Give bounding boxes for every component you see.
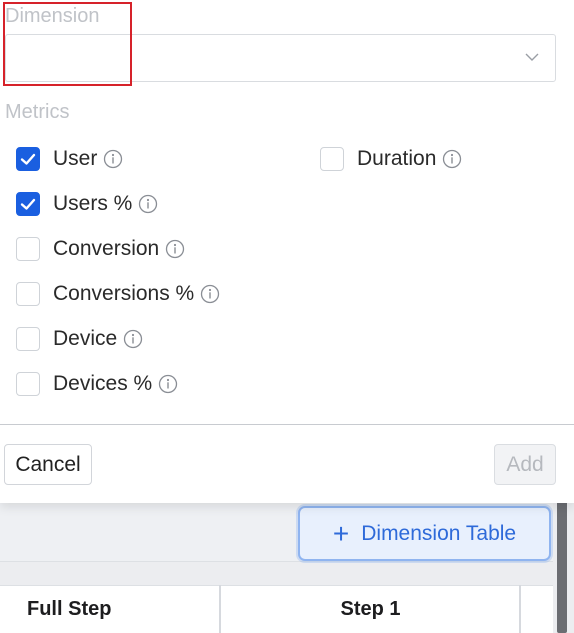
metric-label: Conversions % (53, 282, 195, 305)
add-button[interactable]: Add (494, 444, 556, 485)
checkbox[interactable] (16, 327, 40, 351)
info-icon[interactable] (123, 329, 143, 349)
check-icon (20, 153, 36, 165)
dimension-label: Dimension (5, 5, 100, 27)
checkbox[interactable] (16, 282, 40, 306)
metric-conversion[interactable]: Conversion (16, 235, 185, 263)
chevron-down-icon (525, 53, 539, 61)
metric-user[interactable]: User (16, 145, 123, 173)
footer-divider (0, 424, 574, 425)
scrollbar[interactable] (557, 500, 567, 633)
info-icon[interactable] (103, 149, 123, 169)
metric-duration[interactable]: Duration (320, 145, 462, 173)
checkbox[interactable] (16, 147, 40, 171)
metric-label: Conversion (53, 237, 160, 260)
info-icon[interactable] (442, 149, 462, 169)
dimension-table-button[interactable]: + Dimension Table (298, 506, 551, 561)
info-icon[interactable] (200, 284, 220, 304)
metric-users-percent[interactable]: Users % (16, 190, 158, 218)
dimension-table-button-label: Dimension Table (361, 521, 517, 545)
checkbox[interactable] (16, 237, 40, 261)
table-header-step-1: Step 1 (340, 597, 401, 620)
metric-label: Duration (357, 147, 437, 170)
check-icon (20, 198, 36, 210)
cancel-button[interactable]: Cancel (4, 444, 92, 485)
column-divider (519, 585, 521, 633)
table-header-full-step: Full Step (27, 597, 112, 620)
add-metrics-popup: Dimension Metrics User Users % Conversio… (0, 0, 574, 503)
plus-icon: + (332, 517, 350, 549)
metric-label: Users % (53, 192, 133, 215)
checkbox[interactable] (16, 372, 40, 396)
metric-device[interactable]: Device (16, 325, 143, 353)
metric-label: Devices % (53, 372, 153, 395)
metric-label: User (53, 147, 98, 170)
info-icon[interactable] (158, 374, 178, 394)
info-icon[interactable] (165, 239, 185, 259)
checkbox[interactable] (320, 147, 344, 171)
metrics-label: Metrics (5, 101, 70, 123)
info-icon[interactable] (138, 194, 158, 214)
checkbox[interactable] (16, 192, 40, 216)
metric-conversions-percent[interactable]: Conversions % (16, 280, 220, 308)
metric-label: Device (53, 327, 118, 350)
dimension-select[interactable] (5, 34, 556, 82)
metric-devices-percent[interactable]: Devices % (16, 370, 178, 398)
